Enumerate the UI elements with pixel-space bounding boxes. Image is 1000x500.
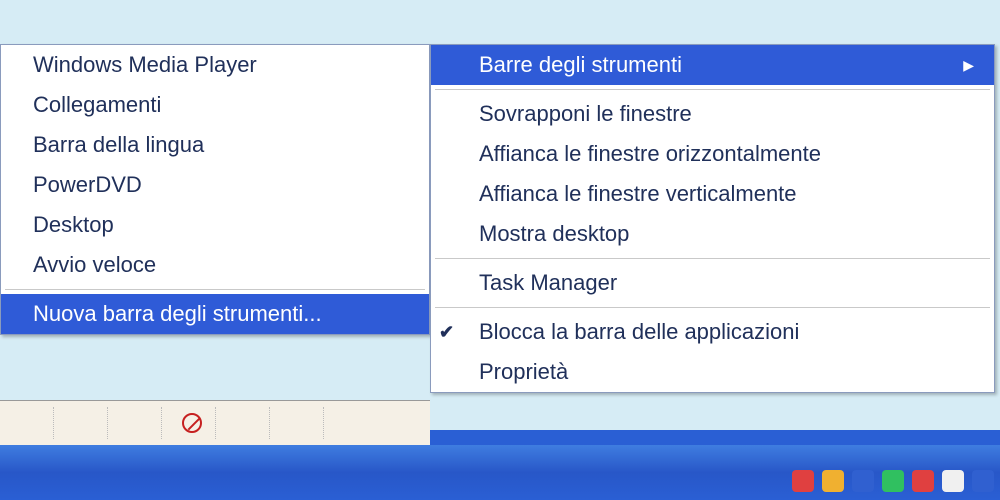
menu-separator bbox=[435, 258, 990, 259]
menu-item-label: Sovrapponi le finestre bbox=[479, 101, 692, 127]
menu-item-task-manager[interactable]: Task Manager bbox=[431, 263, 994, 303]
menu-separator bbox=[5, 289, 425, 290]
blocked-icon bbox=[182, 413, 202, 433]
menu-item-label: Windows Media Player bbox=[33, 52, 257, 78]
menu-item-label: Avvio veloce bbox=[33, 252, 156, 278]
system-tray[interactable] bbox=[792, 470, 994, 492]
menu-item-label: Task Manager bbox=[479, 270, 617, 296]
quicklaunch-cell[interactable] bbox=[60, 407, 108, 439]
menu-item-tile-vertical[interactable]: Affianca le finestre verticalmente bbox=[431, 174, 994, 214]
menu-item-label: Blocca la barra delle applicazioni bbox=[479, 319, 799, 345]
submenu-arrow-icon: ▶ bbox=[933, 57, 974, 74]
menu-item-lock-taskbar[interactable]: ✔ Blocca la barra delle applicazioni bbox=[431, 312, 994, 352]
menu-item-label: Desktop bbox=[33, 212, 114, 238]
menu-item-label: Proprietà bbox=[479, 359, 568, 385]
menu-item-label: Affianca le finestre orizzontalmente bbox=[479, 141, 821, 167]
menu-item-cascade[interactable]: Sovrapponi le finestre bbox=[431, 94, 994, 134]
menu-item-show-desktop[interactable]: Mostra desktop bbox=[431, 214, 994, 254]
tray-icon[interactable] bbox=[882, 470, 904, 492]
menu-item-tile-horizontal[interactable]: Affianca le finestre orizzontalmente bbox=[431, 134, 994, 174]
tray-icon[interactable] bbox=[822, 470, 844, 492]
quicklaunch-cell[interactable] bbox=[6, 407, 54, 439]
submenu-item-desktop[interactable]: Desktop bbox=[1, 205, 429, 245]
submenu-item-new-toolbar[interactable]: Nuova barra degli strumenti... bbox=[1, 294, 429, 334]
toolbars-submenu: Windows Media Player Collegamenti Barra … bbox=[0, 44, 430, 335]
check-icon: ✔ bbox=[439, 322, 454, 343]
menu-item-label: Affianca le finestre verticalmente bbox=[479, 181, 797, 207]
submenu-item-quicklaunch[interactable]: Avvio veloce bbox=[1, 245, 429, 285]
menu-separator bbox=[435, 89, 990, 90]
quicklaunch-cell[interactable] bbox=[222, 407, 270, 439]
menu-item-label: Nuova barra degli strumenti... bbox=[33, 301, 322, 327]
taskbar-context-menu: Barre degli strumenti ▶ Sovrapponi le fi… bbox=[430, 44, 995, 393]
submenu-item-powerdvd[interactable]: PowerDVD bbox=[1, 165, 429, 205]
quicklaunch-cell[interactable] bbox=[276, 407, 324, 439]
tray-icon[interactable] bbox=[972, 470, 994, 492]
submenu-item-wmp[interactable]: Windows Media Player bbox=[1, 45, 429, 85]
menu-item-toolbars[interactable]: Barre degli strumenti ▶ bbox=[431, 45, 994, 85]
quicklaunch-cell[interactable] bbox=[168, 407, 216, 439]
quicklaunch-strip bbox=[0, 400, 430, 445]
submenu-item-language-bar[interactable]: Barra della lingua bbox=[1, 125, 429, 165]
tray-icon[interactable] bbox=[792, 470, 814, 492]
menu-item-label: Barre degli strumenti bbox=[479, 52, 682, 78]
tray-icon[interactable] bbox=[912, 470, 934, 492]
menu-separator bbox=[435, 307, 990, 308]
menu-item-properties[interactable]: Proprietà bbox=[431, 352, 994, 392]
quicklaunch-cell[interactable] bbox=[114, 407, 162, 439]
menu-item-label: PowerDVD bbox=[33, 172, 142, 198]
tray-icon[interactable] bbox=[942, 470, 964, 492]
submenu-item-links[interactable]: Collegamenti bbox=[1, 85, 429, 125]
menu-item-label: Collegamenti bbox=[33, 92, 161, 118]
tray-icon[interactable] bbox=[852, 470, 874, 492]
taskbar[interactable] bbox=[0, 445, 1000, 500]
menu-item-label: Barra della lingua bbox=[33, 132, 204, 158]
menu-item-label: Mostra desktop bbox=[479, 221, 629, 247]
